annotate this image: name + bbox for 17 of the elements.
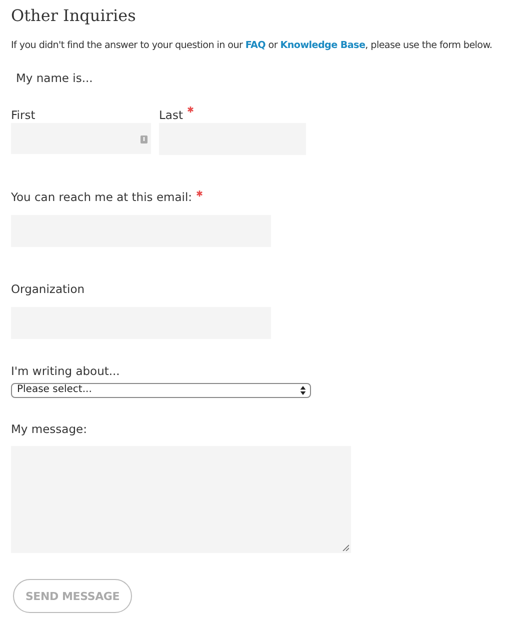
- group-label: My name is...: [16, 71, 93, 85]
- link[interactable]: Knowledge Base: [280, 40, 366, 51]
- link[interactable]: FAQ: [245, 40, 266, 51]
- select-dropdown[interactable]: Please select...: [11, 383, 311, 398]
- field-label: You can reach me at this email:: [11, 189, 192, 205]
- field-label: First: [11, 107, 36, 123]
- updown-icon: [300, 386, 306, 395]
- send-message-button[interactable]: SEND MESSAGE: [13, 579, 132, 613]
- field-label: Last: [159, 107, 183, 123]
- resize-grip-icon: [342, 544, 349, 551]
- intro-text: If you didn't find the answer to your question in our FAQ or Knowledge Base, please use the form below.: [11, 39, 492, 53]
- field-label: Organization: [11, 281, 85, 297]
- message-textarea[interactable]: [11, 446, 351, 553]
- input-field[interactable]: [11, 123, 151, 154]
- field-label: I'm writing about...: [11, 363, 120, 379]
- field-label: My message:: [11, 421, 87, 437]
- page-heading: Other Inquiries: [11, 5, 137, 27]
